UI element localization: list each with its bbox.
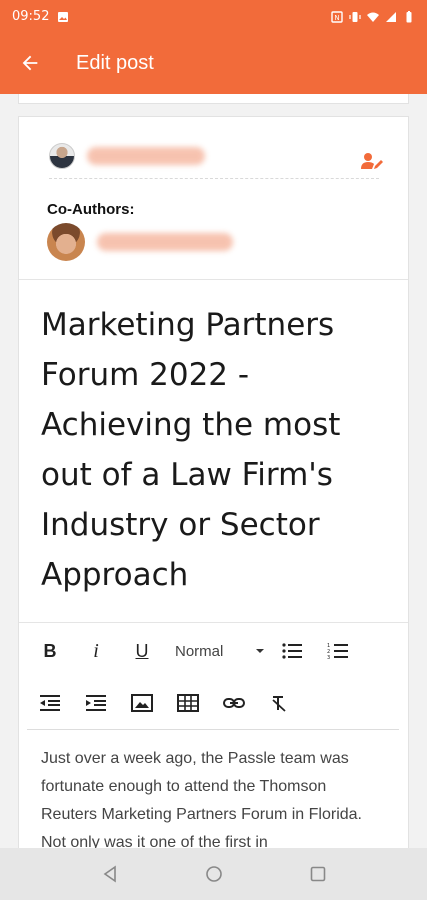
divider xyxy=(19,279,408,280)
signal-icon xyxy=(385,10,397,22)
vibrate-icon xyxy=(349,10,361,22)
link-icon xyxy=(223,698,245,708)
divider xyxy=(19,622,408,623)
coauthor-avatar xyxy=(47,223,85,261)
system-nav-bar xyxy=(0,848,427,900)
insert-image-button[interactable] xyxy=(119,683,165,723)
insert-table-button[interactable] xyxy=(165,683,211,723)
underline-button[interactable]: U xyxy=(119,631,165,671)
back-button[interactable] xyxy=(0,32,60,94)
coauthor-row[interactable] xyxy=(47,223,233,261)
clear-format-button[interactable] xyxy=(257,683,303,723)
bullet-list-button[interactable] xyxy=(269,631,315,671)
home-circle-icon xyxy=(205,866,222,882)
clear-format-icon xyxy=(272,696,286,712)
nav-home-button[interactable] xyxy=(194,854,234,894)
app-bar: Edit post xyxy=(0,32,427,94)
format-select-value: Normal xyxy=(175,642,224,660)
nfc-icon: N xyxy=(331,10,343,23)
primary-author-row[interactable] xyxy=(49,133,379,179)
image-icon xyxy=(57,10,69,22)
previous-card-edge xyxy=(18,94,409,104)
format-select[interactable]: Normal xyxy=(165,631,269,671)
nav-back-button[interactable] xyxy=(90,854,130,894)
edit-authors-button[interactable] xyxy=(360,151,384,171)
person-edit-icon xyxy=(361,153,383,169)
battery-icon xyxy=(403,10,415,23)
caret-down-icon xyxy=(256,649,264,653)
arrow-back-icon xyxy=(22,55,38,71)
editor-toolbar: B i U Normal 123 xyxy=(27,625,399,729)
italic-button[interactable]: i xyxy=(73,631,119,671)
status-bar: 09:52 N xyxy=(0,0,427,32)
wifi-icon xyxy=(367,10,379,22)
outdent-button[interactable] xyxy=(27,683,73,723)
post-title-field[interactable]: Marketing Partners Forum 2022 - Achievin… xyxy=(41,300,381,600)
outdent-icon xyxy=(40,695,60,711)
status-time: 09:52 xyxy=(12,8,50,24)
back-triangle-icon xyxy=(103,865,116,883)
recents-square-icon xyxy=(310,866,325,882)
page-title: Edit post xyxy=(76,51,154,74)
author-name-redacted xyxy=(87,146,205,165)
image-icon xyxy=(131,694,153,712)
svg-text:3: 3 xyxy=(327,655,330,660)
coauthors-label: Co-Authors: xyxy=(47,201,135,218)
post-body-field[interactable]: Just over a week ago, the Passle team wa… xyxy=(41,745,381,857)
indent-icon xyxy=(86,695,106,711)
indent-button[interactable] xyxy=(73,683,119,723)
numbered-list-icon: 123 xyxy=(327,643,348,660)
insert-link-button[interactable] xyxy=(211,683,257,723)
toolbar-divider xyxy=(27,729,399,730)
svg-text:N: N xyxy=(334,14,339,22)
table-icon xyxy=(177,694,199,712)
author-avatar xyxy=(49,142,75,169)
post-editor-card: Co-Authors: Marketing Partners Forum 202… xyxy=(18,116,409,876)
nav-recents-button[interactable] xyxy=(298,854,338,894)
bold-button[interactable]: B xyxy=(27,631,73,671)
coauthor-name-redacted xyxy=(97,233,233,251)
bullet-list-icon xyxy=(282,643,302,659)
numbered-list-button[interactable]: 123 xyxy=(315,631,361,671)
